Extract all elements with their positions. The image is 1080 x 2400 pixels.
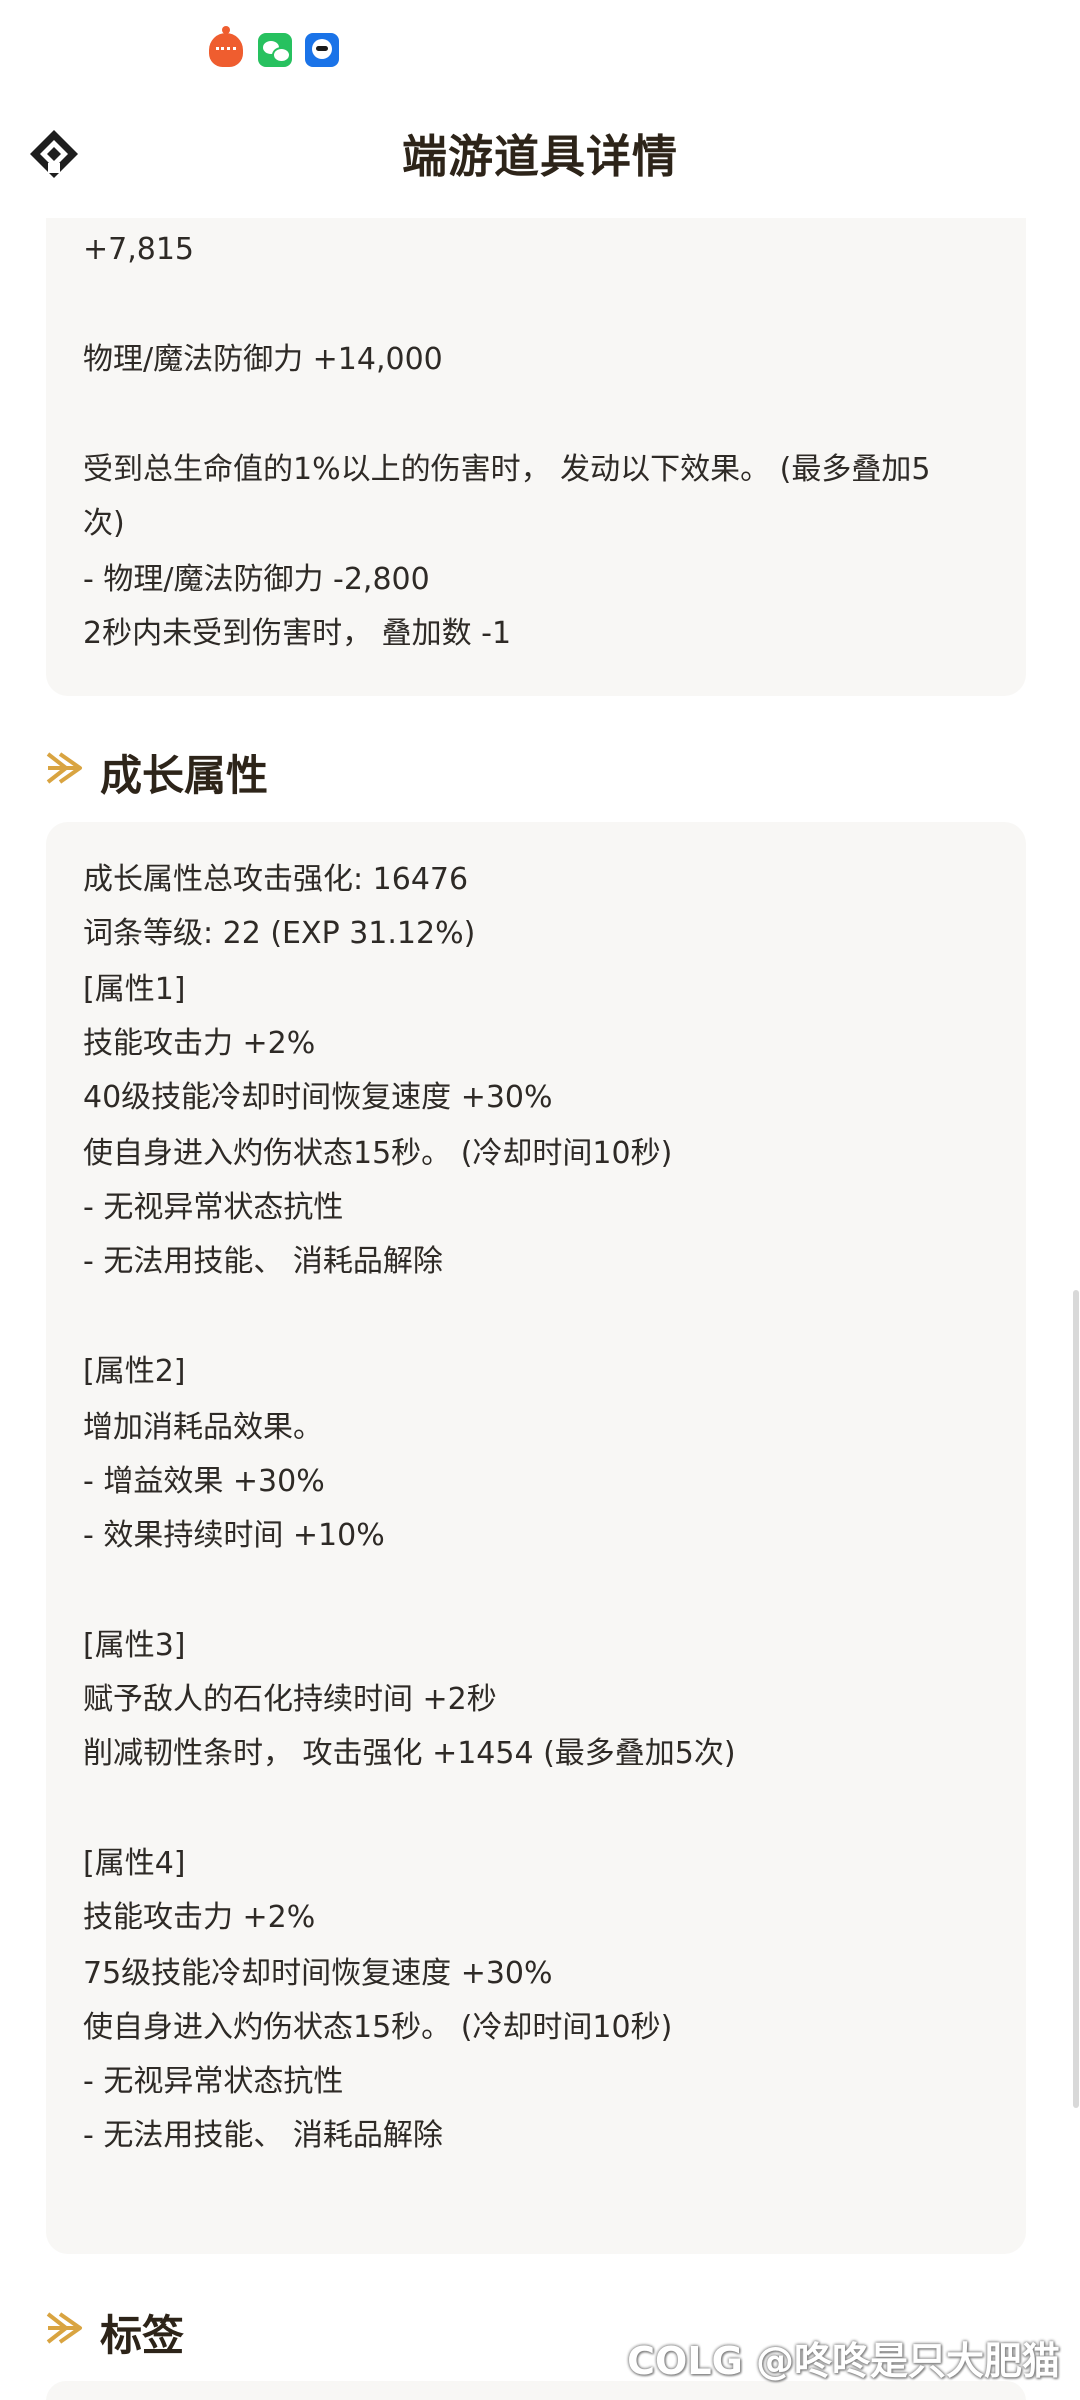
growth-attributes-card: 成长属性总攻击强化: 16476 词条等级: 22 (EXP 31.12%) [… [46,822,1026,2254]
attribute-line: 削减韧性条时， 攻击强化 +1454 (最多叠加5次) [83,1736,736,1771]
attribute-line: [属性3] [83,1628,186,1663]
attribute-line: - 效果持续时间 +10% [83,1518,385,1553]
watermark: COLG @咚咚是只大肥猫 [627,2339,1060,2383]
section-title: 标签 [100,2311,185,2360]
effect-line: - 物理/魔法防御力 -2,800 [83,562,430,597]
page-title: 端游道具详情 [401,130,678,183]
effect-line: +7,815 [83,232,195,267]
scrollbar[interactable] [1073,1290,1079,2108]
attribute-line: 技能攻击力 +2% [83,1900,316,1935]
item-detail-page: 端游道具详情 +7,815 物理/魔法防御力 +14,000 受到总生命值的1%… [0,0,1080,2400]
effect-card: +7,815 物理/魔法防御力 +14,000 受到总生命值的1%以上的伤害时，… [46,218,1026,696]
attribute-line: [属性2] [83,1354,186,1389]
attribute-line: - 增益效果 +30% [83,1464,325,1499]
attribute-line: - 无视异常状态抗性 [83,2064,344,2099]
notification-app-icon [209,26,243,67]
attribute-line: 40级技能冷却时间恢复速度 +30% [83,1080,553,1115]
arrow-right-icon [46,752,82,784]
attribute-line: 成长属性总攻击强化: 16476 [83,862,469,897]
attribute-line: 赋予敌人的石化持续时间 +2秒 [83,1682,497,1717]
attribute-line: - 无法用技能、 消耗品解除 [83,1244,443,1279]
wechat-icon [258,33,292,67]
attribute-line: [属性1] [83,972,186,1007]
effect-line: 受到总生命值的1%以上的伤害时， 发动以下效果。 (最多叠加5 [83,452,931,487]
arrow-right-icon [46,2312,82,2344]
attribute-line: 增加消耗品效果。 [83,1410,323,1445]
attribute-line: 词条等级: 22 (EXP 31.12%) [83,916,476,951]
attribute-line: [属性4] [83,1846,186,1881]
section-title: 成长属性 [100,751,269,800]
attribute-line: - 无视异常状态抗性 [83,1190,344,1225]
attribute-line: 75级技能冷却时间恢复速度 +30% [83,1956,553,1991]
app-header: 端游道具详情 [0,100,1080,224]
attribute-line: 使自身进入灼伤状态15秒。 (冷却时间10秒) [83,2010,673,2045]
status-bar [0,0,1080,100]
attribute-line: 使自身进入灼伤状态15秒。 (冷却时间10秒) [83,1136,673,1171]
qq-icon [305,33,339,67]
effect-line: 物理/魔法防御力 +14,000 [83,342,443,377]
attribute-line: 技能攻击力 +2% [83,1026,316,1061]
effect-line: 次) [83,506,125,541]
attribute-line: - 无法用技能、 消耗品解除 [83,2118,443,2153]
effect-line: 2秒内未受到伤害时， 叠加数 -1 [83,616,512,651]
